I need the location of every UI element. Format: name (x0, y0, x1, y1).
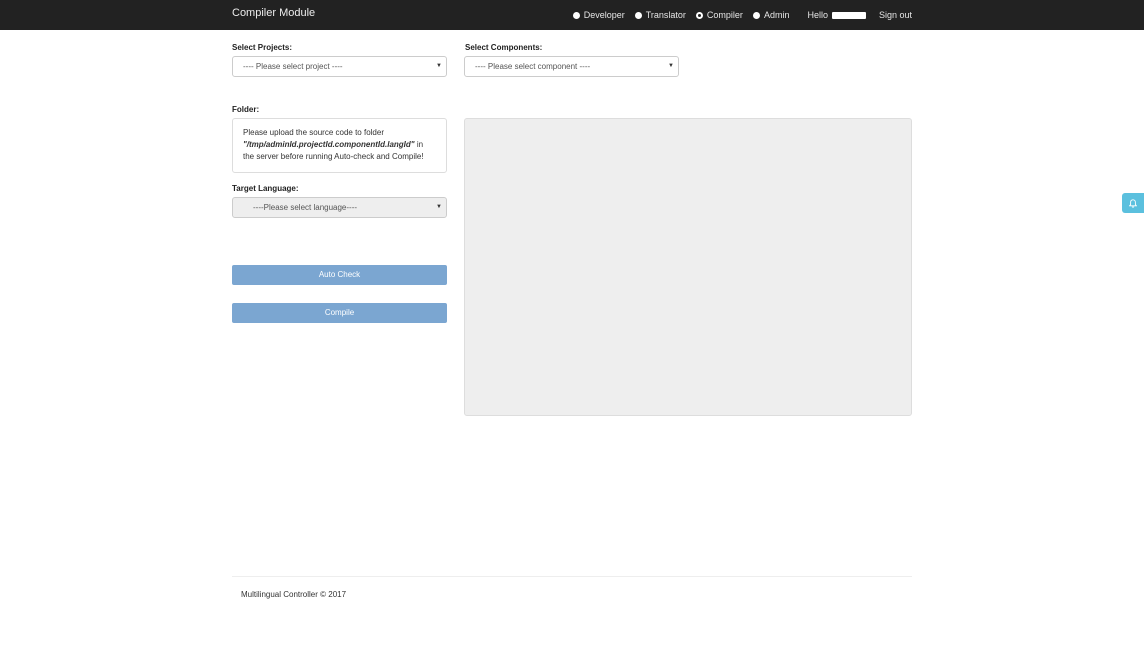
folder-label: Folder: (232, 105, 260, 114)
folder-text-line3: the server before running Auto-check and… (243, 152, 424, 161)
folder-text-line1: Please upload the source code to folder (243, 128, 384, 137)
footer-divider (232, 576, 912, 577)
caret-down-icon: ▼ (436, 204, 442, 210)
compile-button[interactable]: Compile (232, 303, 447, 323)
folder-info-box: Please upload the source code to folder … (232, 118, 447, 173)
language-select-value: ----Please select language---- (253, 203, 358, 212)
folder-path: "/tmp/adminId.projectId.componentId.lang… (243, 140, 415, 149)
role-label: Admin (763, 10, 790, 20)
caret-down-icon: ▼ (668, 63, 674, 69)
auto-check-button[interactable]: Auto Check (232, 265, 447, 285)
role-radio-compiler[interactable]: Compiler (695, 10, 743, 20)
role-radio-developer[interactable]: Developer (572, 10, 625, 20)
top-navbar: Compiler Module Developer Translator Com… (0, 0, 1144, 30)
role-label: Compiler (706, 10, 743, 20)
component-select[interactable]: ---- Please select component ---- ▼ (464, 56, 679, 77)
project-select[interactable]: ---- Please select project ---- ▼ (232, 56, 447, 77)
role-label: Developer (583, 10, 625, 20)
role-radio-admin[interactable]: Admin (752, 10, 790, 20)
output-panel[interactable] (464, 118, 912, 416)
components-label: Select Components: (465, 43, 543, 52)
language-select[interactable]: ----Please select language---- ▼ (232, 197, 447, 218)
role-label: Translator (645, 10, 686, 20)
brand-title[interactable]: Compiler Module (232, 7, 315, 19)
bell-icon (1129, 198, 1137, 208)
radio-circle-icon[interactable] (752, 11, 760, 19)
user-greeting: Hello (807, 10, 866, 20)
redacted-username (831, 11, 866, 19)
language-label: Target Language: (232, 184, 299, 193)
component-select-value: ---- Please select component ---- (475, 62, 591, 71)
hello-label: Hello (807, 10, 828, 20)
projects-label: Select Projects: (232, 43, 293, 52)
footer-text: Multilingual Controller © 2017 (241, 590, 347, 599)
sign-out-link[interactable]: Sign out (879, 10, 912, 20)
folder-text-in: in (414, 140, 424, 149)
notification-button[interactable] (1122, 193, 1144, 213)
nav-right: Developer Translator Compiler Admin Hell… (563, 0, 912, 30)
radio-circle-icon[interactable] (572, 11, 580, 19)
folder-text-line2: "/tmp/adminId.projectId.componentId.lang… (243, 139, 436, 151)
radio-checked-icon[interactable] (695, 11, 703, 19)
caret-down-icon: ▼ (436, 63, 442, 69)
role-radio-translator[interactable]: Translator (634, 10, 686, 20)
radio-circle-icon[interactable] (634, 11, 642, 19)
project-select-value: ---- Please select project ---- (243, 62, 343, 71)
